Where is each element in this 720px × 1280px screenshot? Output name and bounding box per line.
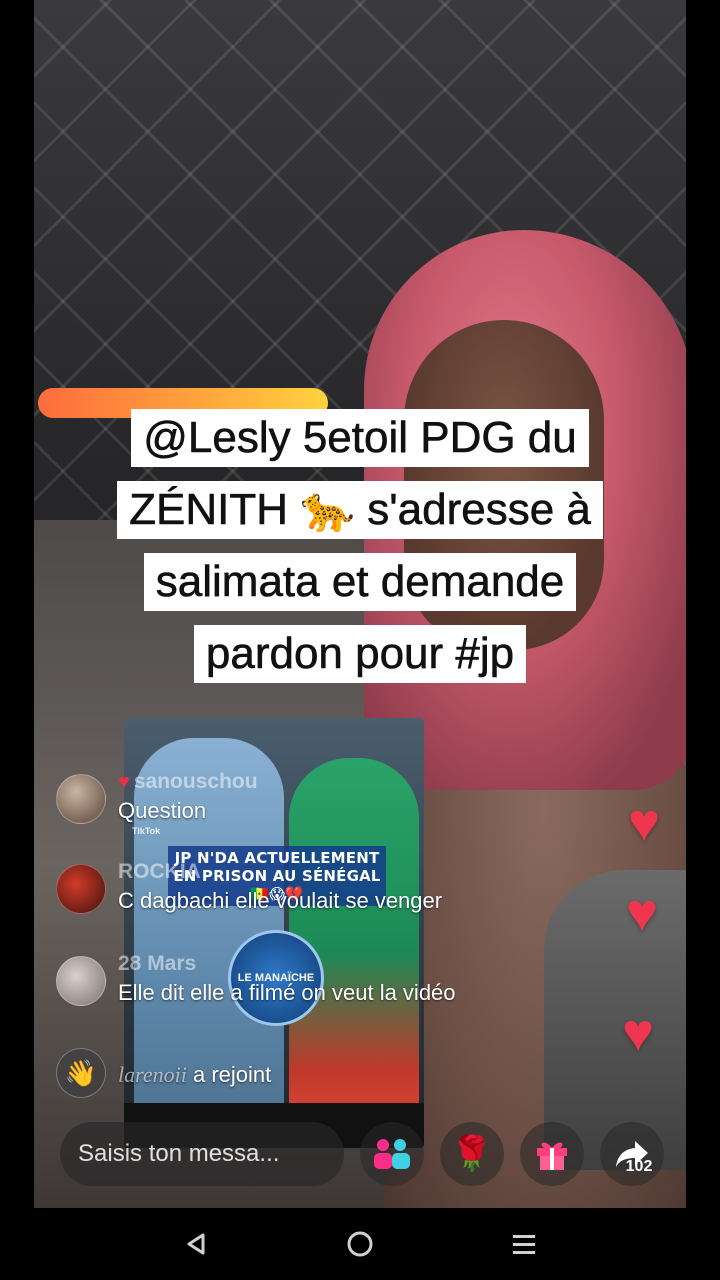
caption-line-1: @Lesly 5etoil PDG du xyxy=(131,409,589,467)
comment-username[interactable]: sanouschou xyxy=(134,770,258,793)
share-icon[interactable] xyxy=(600,1122,664,1186)
message-input[interactable] xyxy=(60,1122,344,1186)
comment-username[interactable]: 28 Mars xyxy=(118,952,196,976)
android-nav-bar xyxy=(0,1208,720,1280)
comment-username[interactable]: ROCKIA xyxy=(118,860,201,884)
join-username[interactable]: larenoii xyxy=(118,1062,187,1087)
join-event: 👋 larenoii a rejoint xyxy=(56,1042,556,1112)
comment-text: C dagbachi elle voulait se venger xyxy=(118,888,443,913)
comment-item[interactable]: ♥ sanouschou Question xyxy=(56,768,556,838)
floating-heart-icon: ♥ xyxy=(622,1003,655,1063)
heart-badge-icon: ♥ xyxy=(118,771,130,793)
comment-item[interactable]: 28 Mars Elle dit elle a filmé on veut la… xyxy=(56,950,556,1020)
back-icon[interactable] xyxy=(166,1222,226,1266)
home-icon[interactable] xyxy=(330,1222,390,1266)
wave-hand-icon: 👋 xyxy=(56,1048,106,1098)
caption-line-3: salimata et demande xyxy=(143,553,577,611)
floating-heart-icon: ♥ xyxy=(626,883,659,943)
avatar[interactable] xyxy=(56,864,106,914)
avatar[interactable] xyxy=(56,956,106,1006)
menu-icon[interactable] xyxy=(494,1222,554,1266)
rose-icon[interactable]: 🌹 xyxy=(440,1122,504,1186)
avatar[interactable] xyxy=(56,774,106,824)
comment-text: Elle dit elle a filmé on veut la vidéo xyxy=(118,980,456,1005)
video-caption: @Lesly 5etoil PDG du ZÉNITH 🐆 s'adresse … xyxy=(0,402,720,690)
comment-text: Question xyxy=(118,798,207,823)
caption-line-2: ZÉNITH 🐆 s'adresse à xyxy=(117,481,603,539)
share-count: 102 xyxy=(625,1158,653,1175)
multiguest-icon[interactable] xyxy=(360,1122,424,1186)
gift-icon[interactable] xyxy=(520,1122,584,1186)
floating-heart-icon: ♥ xyxy=(628,793,661,853)
caption-line-4: pardon pour #jp xyxy=(193,625,527,683)
join-text: a rejoint xyxy=(192,1062,272,1087)
comment-item[interactable]: ROCKIA C dagbachi elle voulait se venger xyxy=(56,858,556,928)
